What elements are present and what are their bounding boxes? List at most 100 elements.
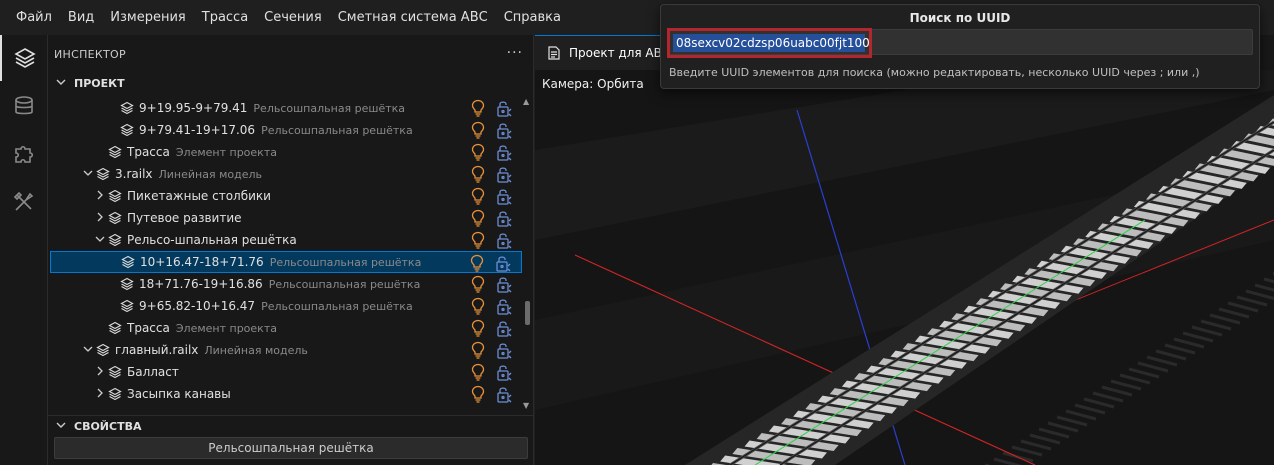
uuid-search-input[interactable] [669,29,1253,55]
layers-icon [108,387,122,401]
menu-item-0[interactable]: Файл [8,0,60,35]
lightbulb-icon[interactable] [470,143,486,161]
scroll-down-icon[interactable]: ▼ [523,401,529,410]
tools-button[interactable] [0,179,48,225]
lock-icon[interactable] [496,209,512,227]
tree-row[interactable]: 10+16.47-18+71.76 Рельсошпальная решётка [50,251,522,273]
chevron-down-icon[interactable] [94,234,106,247]
tree-row[interactable]: Пикетажные столбики [50,185,522,207]
menu-item-6[interactable]: Справка [496,0,569,35]
lightbulb-icon[interactable] [470,363,486,381]
lightbulb-icon[interactable] [470,209,486,227]
3d-viewport[interactable] [535,70,1274,465]
tree-item-label: Засыпка канавы [127,387,231,401]
lightbulb-icon[interactable] [470,99,486,117]
tree-item-label: Балласт [127,365,179,379]
puzzle-button[interactable] [0,131,48,177]
chevron-right-icon[interactable] [94,212,106,225]
tree-row[interactable]: 3.railx Линейная модель [50,163,522,185]
tree-scrollbar[interactable]: ▲ ▼ [522,97,532,413]
menu-item-4[interactable]: Сечения [256,0,330,35]
element-type-field[interactable]: Рельсошпальная решётка [54,437,528,459]
uuid-search-panel: Поиск по UUID 08sexcv02cdzsp06uabc00fjt1… [660,4,1260,89]
row-actions [470,341,518,359]
lock-icon[interactable] [496,187,512,205]
tree-row[interactable]: Балласт [50,361,522,383]
tree-item-label: 9+79.41-19+17.06 [139,123,256,137]
tree-row[interactable]: Трасса Элемент проекта [50,317,522,339]
lock-icon[interactable] [496,275,512,293]
inspector-title: ИНСПЕКТОР [54,47,126,61]
project-section-header[interactable]: ПРОЕКТ [48,72,534,94]
lock-icon[interactable] [496,341,512,359]
puzzle-icon [15,145,34,163]
lock-icon[interactable] [496,143,512,161]
lightbulb-icon[interactable] [470,297,486,315]
lightbulb-icon[interactable] [470,231,486,249]
row-actions [469,254,517,272]
row-actions [470,121,518,139]
lightbulb-icon[interactable] [470,341,486,359]
chevron-right-icon[interactable] [94,388,106,401]
tree-item-type: Рельсошпальная решётка [261,123,413,137]
layers-icon [14,48,36,68]
tree-row[interactable]: Трасса Элемент проекта [50,141,522,163]
editor-area: Проект для АВС Камера: Орбита [535,35,1274,465]
project-section-label: ПРОЕКТ [74,76,125,90]
tree-row[interactable]: 9+79.41-19+17.06 Рельсошпальная решётка [50,119,522,141]
layers-icon [96,167,110,181]
lock-icon[interactable] [496,363,512,381]
database-icon [15,96,33,115]
lightbulb-icon[interactable] [470,319,486,337]
layers-icon [108,211,122,225]
lock-icon[interactable] [496,297,512,315]
lightbulb-icon[interactable] [470,187,486,205]
chevron-down-icon[interactable] [82,168,94,181]
tools-icon [13,191,34,211]
lock-icon[interactable] [495,254,511,272]
lock-icon[interactable] [496,121,512,139]
layers-icon [120,277,134,291]
lightbulb-icon[interactable] [470,385,486,403]
row-actions [470,363,518,381]
menu-item-1[interactable]: Вид [60,0,102,35]
lightbulb-icon[interactable] [469,254,485,272]
row-actions [470,319,518,337]
lock-icon[interactable] [496,385,512,403]
properties-section-header[interactable]: СВОЙСТВА [48,415,534,437]
tree-row[interactable]: 18+71.76-19+16.86 Рельсошпальная решётка [50,273,522,295]
chevron-right-icon[interactable] [94,190,106,203]
chevron-down-icon[interactable] [82,344,94,357]
chevron-down-icon [56,77,70,90]
tree-row[interactable]: Рельсо-шпальная решётка [50,229,522,251]
menu-item-3[interactable]: Трасса [194,0,256,35]
tree-row[interactable]: главный.railx Линейная модель [50,339,522,361]
layers-button[interactable] [0,35,48,81]
lightbulb-icon[interactable] [470,275,486,293]
tree-row[interactable]: Засыпка канавы [50,383,522,405]
tree-item-label: Пикетажные столбики [127,189,271,203]
layers-icon [121,255,135,269]
lock-icon[interactable] [496,165,512,183]
lock-icon[interactable] [496,319,512,337]
menu-item-2[interactable]: Измерения [102,0,193,35]
camera-mode-label: Камера: Орбита [542,77,644,91]
tree-row[interactable]: 9+65.82-10+16.47 Рельсошпальная решётка [50,295,522,317]
tree-item-label: Трасса [127,145,170,159]
menu-item-5[interactable]: Сметная система АВС [330,0,496,35]
row-actions [470,297,518,315]
chevron-down-icon [56,420,70,433]
chevron-right-icon[interactable] [94,366,106,379]
database-button[interactable] [0,83,48,129]
tree-item-label: Путевое развитие [127,211,242,225]
tree-row[interactable]: Путевое развитие [50,207,522,229]
scroll-up-icon[interactable]: ▲ [523,97,529,106]
more-actions-button[interactable]: ··· [507,45,523,61]
lightbulb-icon[interactable] [470,121,486,139]
tree-row[interactable]: 9+19.95-9+79.41 Рельсошпальная решётка [50,97,522,119]
project-tree: 9+19.95-9+79.41 Рельсошпальная решётка 9+7… [48,97,534,413]
lightbulb-icon[interactable] [470,165,486,183]
lock-icon[interactable] [496,231,512,249]
lock-icon[interactable] [496,99,512,117]
scroll-thumb[interactable] [525,301,530,325]
